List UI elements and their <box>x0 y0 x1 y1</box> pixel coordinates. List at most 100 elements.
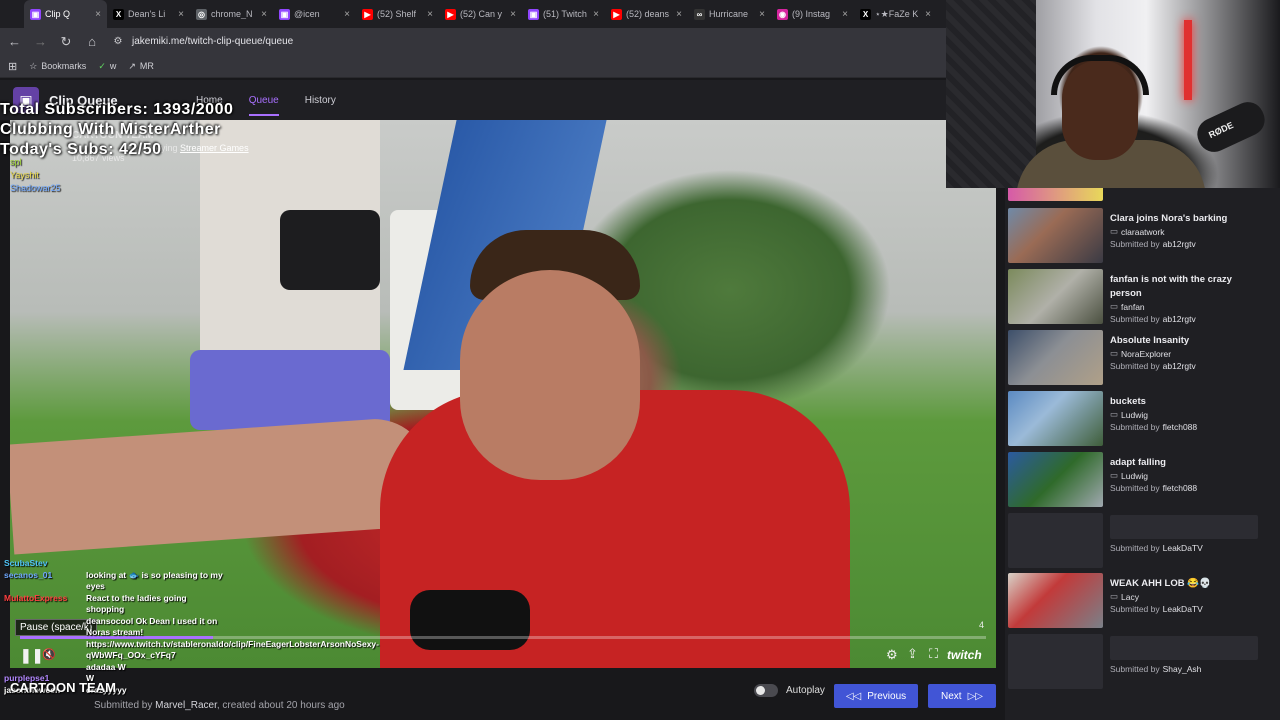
clip-created: created about 20 hours ago <box>222 700 345 711</box>
queue-submitter: Shay_Ash <box>1162 664 1202 674</box>
arrow-icon: ↗ <box>128 60 136 71</box>
chat-username <box>4 639 82 662</box>
queue-thumbnail <box>1008 208 1103 263</box>
tab-close-icon[interactable]: × <box>925 9 931 20</box>
queue-channel: ▭ NoraExplorer <box>1110 348 1171 359</box>
check-icon: ✓ <box>98 60 106 71</box>
video-sleeve-shape <box>410 590 530 650</box>
queue-submitter: fletch088 <box>1162 483 1198 493</box>
twitch-logo[interactable]: twitch <box>947 648 982 662</box>
bookmark-item[interactable]: ↗ MR <box>128 61 154 72</box>
tab-close-icon[interactable]: × <box>178 9 184 20</box>
tab-label: (52) Can y <box>460 9 503 19</box>
nav-history[interactable]: History <box>305 95 336 106</box>
browser-tab[interactable]: ◉ (9) Instag × <box>771 0 854 28</box>
browser-tab[interactable]: ▣ (51) Twitch × <box>522 0 605 28</box>
browser-tab[interactable]: ▶ (52) deans × <box>605 0 688 28</box>
tab-close-icon[interactable]: × <box>344 9 350 20</box>
chat-bubble-icon: ▭ <box>1110 301 1119 311</box>
queue-submitted: Submitted by LeakDaTV <box>1110 543 1203 553</box>
share-icon[interactable]: ⇪ <box>907 646 918 662</box>
queue-item[interactable]: WEAK AHH LOB 😂💀 ▭ Lacy Submitted by LeakDaTV <box>1008 573 1273 629</box>
tab-favicon-icon: ▣ <box>528 8 539 20</box>
chat-text: looking at 🐟 is so pleasing to my eyes <box>86 569 223 592</box>
url-input[interactable]: jakemiki.me/twitch-clip-queue/queue <box>132 36 293 47</box>
streamer-webcam: RØDE <box>946 0 1280 188</box>
queue-submitter: ab12rgtv <box>1162 314 1196 324</box>
apps-grid-icon[interactable]: ⊞ <box>8 60 17 73</box>
tab-favicon-icon: ▶ <box>445 8 456 20</box>
queue-submitter: LeakDaTV <box>1162 543 1203 553</box>
browser-tab[interactable]: X Dean's Li × <box>107 0 190 28</box>
tab-label: Dean's Li <box>128 9 166 19</box>
chat-bubble-icon: ▭ <box>1110 470 1119 480</box>
tab-close-icon[interactable]: × <box>427 9 433 20</box>
queue-item[interactable]: Submitted by LeakDaTV <box>1008 513 1273 569</box>
home-icon[interactable]: ⌂ <box>86 34 98 49</box>
tab-close-icon[interactable]: × <box>510 9 516 20</box>
tab-close-icon[interactable]: × <box>759 9 765 20</box>
overlay-line: Total Subscribers: 1393/2000 <box>0 101 234 118</box>
autoplay-toggle[interactable] <box>754 684 778 697</box>
chat-username <box>4 616 82 639</box>
queue-title-placeholder <box>1110 515 1258 539</box>
chat-bubble-icon: ▭ <box>1110 348 1119 358</box>
queue-submitted: Submitted by LeakDaTV <box>1110 604 1203 614</box>
next-button[interactable]: Next ▷▷ <box>928 684 996 708</box>
tab-close-icon[interactable]: × <box>842 9 848 20</box>
queue-item[interactable]: Clara joins Nora's barking ▭ claraatwork Su… <box>1008 208 1273 264</box>
queue-submitted-prefix: Submitted by <box>1110 239 1160 249</box>
queue-item[interactable]: fanfan is not with the crazy person ▭ fanf… <box>1008 269 1273 325</box>
tab-favicon-icon: X <box>860 8 871 20</box>
previous-button[interactable]: ◁◁ Previous <box>834 684 918 708</box>
queue-item[interactable]: buckets ▭ Ludwig Submitted by fletch088 <box>1008 391 1273 447</box>
tab-close-icon[interactable]: × <box>593 9 599 20</box>
chat-text: React to the ladies going shopping <box>86 592 187 615</box>
queue-channel-name: Ludwig <box>1121 409 1148 420</box>
chat-bubble-icon: ▭ <box>1110 409 1119 419</box>
queue-thumbnail <box>1008 186 1103 201</box>
fullscreen-icon[interactable]: ⛶ <box>929 646 938 662</box>
tab-close-icon[interactable]: × <box>261 9 267 20</box>
video-arm-shape <box>10 415 434 555</box>
browser-tab[interactable]: ∞ Hurricane × <box>688 0 771 28</box>
forward-icon[interactable]: → <box>34 34 47 49</box>
queue-item[interactable]: adapt falling ▭ Ludwig Submitted by fletch08… <box>1008 452 1273 508</box>
video-bg-shorts <box>190 350 390 430</box>
queue-submitter: LeakDaTV <box>1162 604 1203 614</box>
queue-title: fanfan is not with the crazy person <box>1110 274 1232 299</box>
browser-tab[interactable]: ▶ (52) Shelf × <box>356 0 439 28</box>
browser-tab[interactable]: X ⋆★FaZe K × <box>854 0 937 28</box>
stream-sub-overlay: Total Subscribers: 1393/2000 Clubbing Wit… <box>0 100 233 160</box>
back-icon[interactable]: ← <box>8 34 21 49</box>
queue-title: adapt falling <box>1110 457 1166 468</box>
chat-username: ScubaStev <box>4 558 48 568</box>
queue-item[interactable] <box>1008 186 1273 202</box>
tab-label: (51) Twitch <box>543 9 587 19</box>
nav-queue[interactable]: Queue <box>248 95 279 116</box>
browser-tab[interactable]: ◎ chrome_N × <box>190 0 273 28</box>
tab-close-icon[interactable]: × <box>676 9 682 20</box>
chat-text: https://www.twitch.tv/stableronaldo/clip… <box>86 638 379 661</box>
browser-tab[interactable]: ▣ Clip Q × <box>24 0 107 28</box>
chat-message: MulattoExpress React to the ladies going … <box>4 593 224 616</box>
queue-submitted-prefix: Submitted by <box>1110 483 1160 493</box>
bookmark-item[interactable]: ☆ Bookmarks <box>29 61 86 72</box>
tab-close-icon[interactable]: × <box>95 9 101 20</box>
browser-tab[interactable]: ▶ (52) Can y × <box>439 0 522 28</box>
tab-favicon-icon: ▶ <box>611 8 622 20</box>
bookmark-item[interactable]: ✓ w <box>98 61 116 72</box>
chat-message: ScubaStev <box>4 558 224 570</box>
browser-tab[interactable]: ▣ @icen × <box>273 0 356 28</box>
queue-submitted-prefix: Submitted by <box>1110 422 1160 432</box>
previous-label: Previous <box>867 690 907 702</box>
settings-icon[interactable]: ⚙ <box>886 647 898 663</box>
site-info-icon[interactable]: ⚙ <box>112 36 124 47</box>
webcam-red-light <box>1184 20 1192 100</box>
chat-top-name: Shadowar25 <box>10 183 61 193</box>
queue-item[interactable]: Submitted by Shay_Ash <box>1008 634 1273 690</box>
overlay-line: Clubbing With MisterArther <box>0 121 221 138</box>
queue-item[interactable]: Absolute Insanity ▭ NoraExplorer Submitted … <box>1008 330 1273 386</box>
queue-title: Absolute Insanity <box>1110 335 1190 346</box>
reload-icon[interactable]: ↻ <box>60 34 72 50</box>
